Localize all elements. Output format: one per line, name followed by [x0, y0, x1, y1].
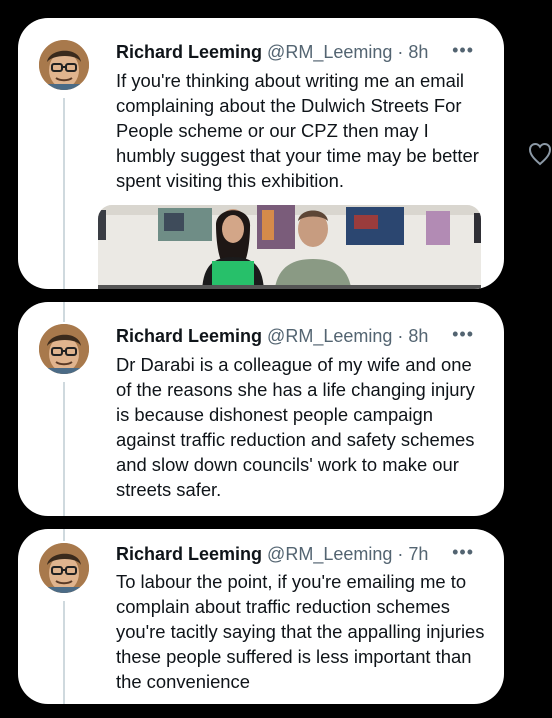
author-handle[interactable]: @RM_Leeming [267, 42, 392, 62]
heart-icon[interactable] [528, 140, 552, 168]
avatar[interactable] [39, 40, 89, 90]
more-options-icon[interactable]: ••• [452, 540, 474, 564]
tweet-header: Richard Leeming @RM_Leeming · 8h ••• [116, 324, 474, 348]
thread-line [63, 98, 65, 289]
thread-line [63, 529, 65, 541]
author-name[interactable]: Richard Leeming [116, 326, 262, 346]
tweet-image[interactable] [98, 205, 481, 289]
tweet-time[interactable]: 8h [408, 42, 428, 62]
author-handle[interactable]: @RM_Leeming [267, 326, 392, 346]
separator: · [397, 544, 404, 564]
author-name[interactable]: Richard Leeming [116, 42, 262, 62]
more-options-icon[interactable]: ••• [452, 38, 474, 62]
tweet-text: If you're thinking about writing me an e… [116, 70, 479, 191]
separator: · [397, 42, 404, 62]
tweet-card[interactable]: Richard Leeming @RM_Leeming · 8h ••• Dr … [18, 302, 504, 516]
separator: · [397, 326, 404, 346]
tweet-time[interactable]: 8h [408, 326, 428, 346]
tweet-time[interactable]: 7h [408, 544, 428, 564]
author-handle[interactable]: @RM_Leeming [267, 544, 392, 564]
author-name[interactable]: Richard Leeming [116, 544, 262, 564]
tweet-card[interactable]: Richard Leeming @RM_Leeming · 8h ••• If … [18, 18, 504, 289]
thread-line [63, 382, 65, 516]
tweet-text: To labour the point, if you're emailing … [116, 571, 485, 692]
avatar[interactable] [39, 324, 89, 374]
tweet-card[interactable]: Richard Leeming @RM_Leeming · 7h ••• To … [18, 529, 504, 704]
avatar[interactable] [39, 543, 89, 593]
tweet-text: Dr Darabi is a colleague of my wife and … [116, 354, 475, 500]
thread-line [63, 601, 65, 704]
tweet-header: Richard Leeming @RM_Leeming · 7h ••• [116, 542, 474, 566]
tweet-header: Richard Leeming @RM_Leeming · 8h ••• [116, 40, 474, 64]
more-options-icon[interactable]: ••• [452, 322, 474, 346]
thread-line [63, 302, 65, 322]
